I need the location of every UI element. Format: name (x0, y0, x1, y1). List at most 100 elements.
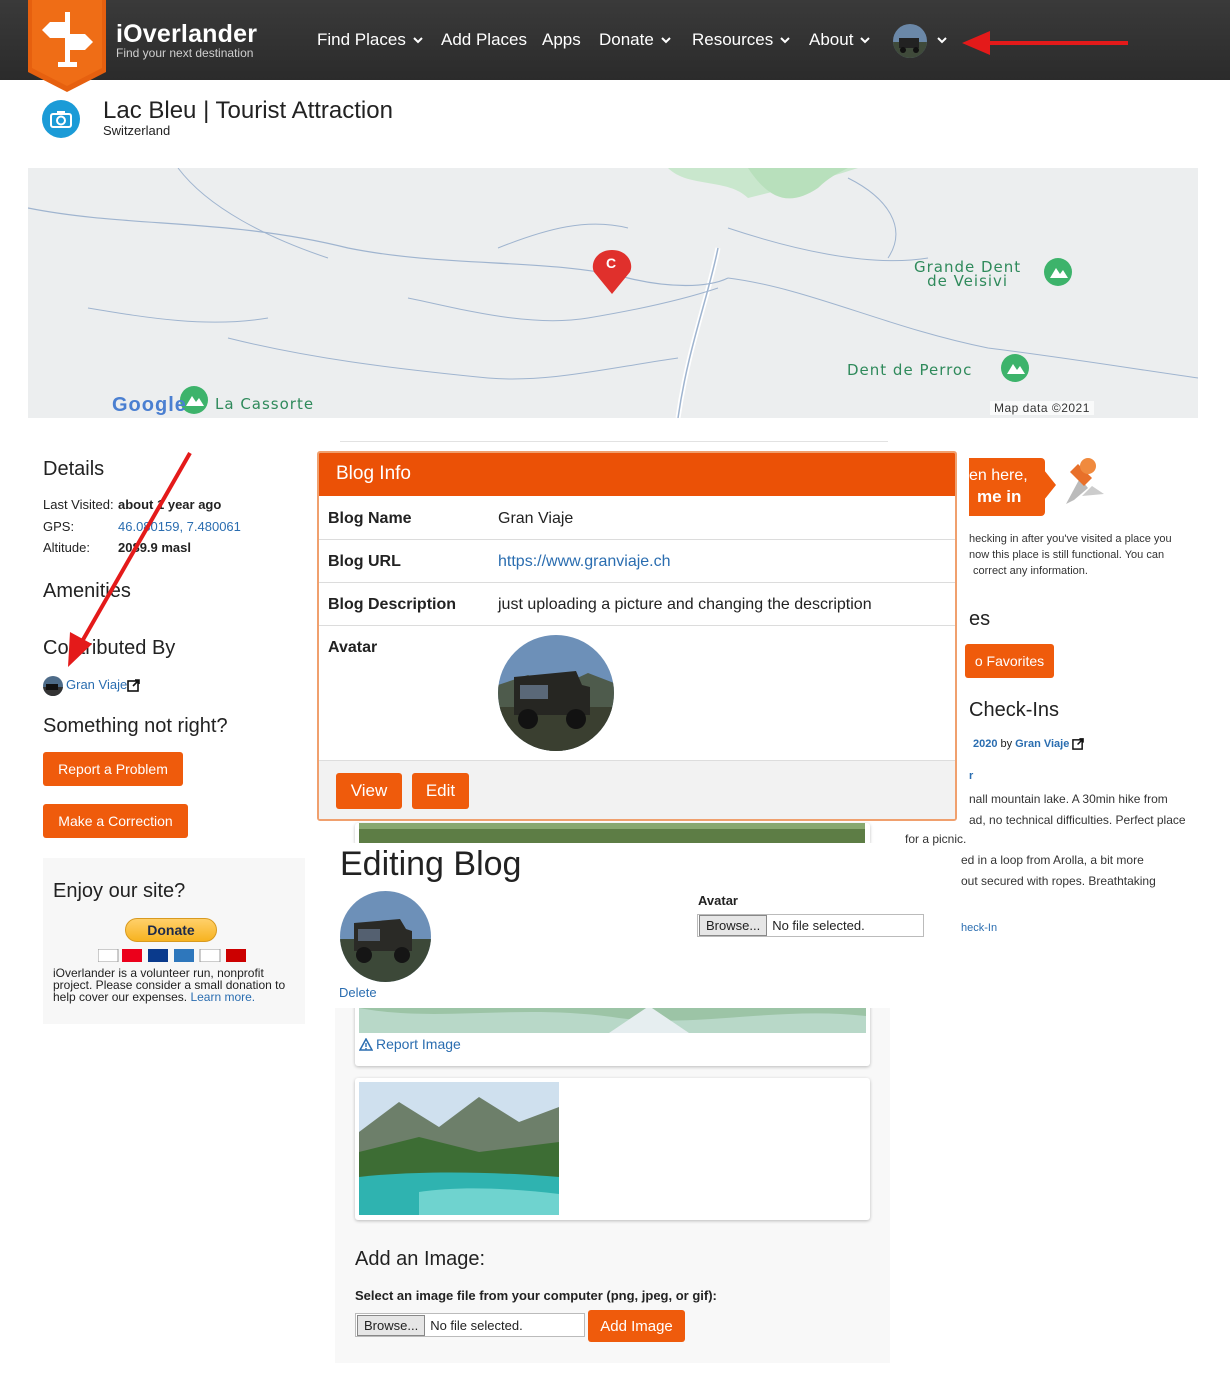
blog-url-link[interactable]: https://www.granviaje.ch (498, 553, 671, 571)
avatar-file-input[interactable]: Browse... No file selected. (697, 914, 924, 937)
banner-line: me in (977, 487, 1022, 506)
image-card-top (355, 823, 870, 845)
checkin-link[interactable]: heck-In (961, 922, 997, 934)
nav-find-places[interactable]: Find Places (317, 30, 424, 50)
modal-row-blog-url: Blog URL https://www.granviaje.ch (319, 540, 955, 583)
map-terrain-icon (28, 168, 1198, 418)
checkin-info-line: hecking in after you've visited a place … (969, 533, 1172, 545)
external-link-icon[interactable] (127, 679, 140, 692)
nav-about-label: About (809, 30, 854, 49)
report-image-link[interactable]: Report Image (359, 1036, 461, 1052)
map-label-cassorte: La Cassorte (215, 395, 315, 413)
user-avatar[interactable] (893, 24, 927, 58)
report-problem-button[interactable]: Report a Problem (43, 752, 183, 786)
browse-button[interactable]: Browse... (357, 1314, 426, 1336)
lake-photo-icon[interactable] (359, 1082, 559, 1215)
checkin-by: by (1000, 738, 1013, 750)
contributor-link[interactable]: Gran Viaje (66, 677, 127, 692)
iov-logo-icon[interactable] (28, 0, 106, 92)
user-menu-chevron-icon[interactable] (936, 34, 948, 46)
view-button[interactable]: View (336, 773, 402, 809)
brand-name[interactable]: iOverlander (116, 20, 257, 49)
checkin-body-line: for a picnic. (905, 832, 967, 846)
modal-row-blog-name: Blog Name Gran Viaje (319, 496, 955, 540)
check-in-banner[interactable]: en here, me in (969, 458, 1045, 516)
map-label-grande-dent: Grande Dent de Veisivi (914, 260, 1021, 290)
annotation-arrow-icon (962, 31, 1128, 55)
nav-find-places-label: Find Places (317, 30, 406, 49)
file-status: No file selected. (772, 918, 865, 933)
blog-info-modal: Blog Info Blog Name Gran Viaje Blog URL … (317, 451, 957, 821)
nav-add-places[interactable]: Add Places (441, 30, 527, 50)
add-image-button[interactable]: Add Image (588, 1310, 685, 1342)
checkin-info-line: now this place is still functional. You … (969, 549, 1165, 561)
checkin-meta: 2020 by Gran Viaje (973, 738, 1085, 750)
edit-button[interactable]: Edit (412, 773, 469, 809)
avatar-photo-icon (498, 635, 614, 751)
contributor-avatar (43, 676, 63, 696)
google-logo[interactable]: Google (112, 394, 187, 417)
avatar-photo-icon (340, 891, 431, 982)
nav-resources[interactable]: Resources (692, 30, 791, 50)
external-link-icon[interactable] (1072, 738, 1085, 750)
modal-footer: View Edit (319, 760, 955, 819)
camera-icon (42, 100, 80, 138)
page-title: Lac Bleu | Tourist Attraction (103, 97, 393, 124)
avatar-photo-icon (893, 24, 927, 58)
chevron-down-icon (413, 37, 423, 44)
checkins-heading: Check-Ins (969, 699, 1060, 721)
delete-avatar-link[interactable]: Delete (339, 985, 377, 1000)
nav-about[interactable]: About (809, 30, 871, 50)
editing-blog-panel: Editing Blog Delete Avatar Browse... No … (335, 843, 924, 1008)
modal-value: Gran Viaje (498, 510, 574, 527)
make-correction-button[interactable]: Make a Correction (43, 804, 188, 838)
map-label-line: de Veisivi (927, 272, 1009, 290)
add-favorites-button[interactable]: o Favorites (965, 644, 1054, 678)
annotation-arrow-icon (68, 452, 192, 667)
add-image-label: Select an image file from your computer … (355, 1288, 717, 1303)
banner-tail-icon (1044, 470, 1056, 500)
donate-box: Enjoy our site? Donate iOverlander is a … (43, 858, 305, 1024)
report-image-label: Report Image (376, 1036, 461, 1052)
modal-title: Blog Info (319, 453, 955, 496)
image-gallery: Report Image Add an Image: Select an ima… (335, 998, 890, 1363)
donate-text: iOverlander is a volunteer run, nonprofi… (53, 967, 298, 1003)
map-attribution[interactable]: Map data ©2021 (990, 401, 1094, 415)
modal-key: Blog Name (328, 510, 412, 527)
checkin-status[interactable]: r (969, 770, 973, 782)
warning-icon (359, 1037, 373, 1051)
lake-photo-icon (359, 823, 865, 845)
checkin-body-line: out secured with ropes. Breathtaking (961, 874, 1156, 888)
image-card (355, 1078, 870, 1220)
blog-avatar (340, 891, 431, 982)
modal-key: Blog Description (328, 596, 457, 613)
map-view[interactable]: C Grande Dent de Veisivi Dent de Perroc … (28, 168, 1198, 418)
place-country: Switzerland (103, 123, 171, 138)
nav-apps[interactable]: Apps (542, 30, 581, 50)
nav-donate-label: Donate (599, 30, 654, 49)
nav-donate[interactable]: Donate (599, 30, 672, 50)
modal-row-avatar: Avatar (319, 626, 955, 760)
chevron-down-icon (661, 37, 671, 44)
modal-backdrop-edge (340, 436, 888, 442)
pushpin-icon (1066, 458, 1104, 504)
learn-more-link[interactable]: Learn more. (190, 990, 255, 1004)
nav-add-places-label: Add Places (441, 30, 527, 49)
modal-avatar (498, 635, 614, 751)
chevron-down-icon (860, 37, 871, 44)
checkin-info-line: correct any information. (973, 565, 1088, 577)
not-right-heading: Something not right? (43, 715, 228, 737)
modal-key: Avatar (328, 639, 378, 656)
checkin-user-link[interactable]: Gran Viaje (1015, 738, 1069, 750)
paypal-donate-button[interactable]: Donate (125, 918, 217, 942)
image-card: Report Image (355, 998, 870, 1066)
map-marker-letter[interactable]: C (606, 255, 616, 271)
chevron-down-icon (780, 37, 790, 44)
avatar-photo-icon (43, 684, 63, 696)
editing-blog-heading: Editing Blog (340, 845, 522, 883)
add-image-heading: Add an Image: (355, 1248, 486, 1270)
checkin-date-link[interactable]: 2020 (973, 738, 997, 750)
add-image-file-input[interactable]: Browse... No file selected. (355, 1313, 585, 1337)
browse-button[interactable]: Browse... (699, 915, 768, 936)
banner-line: en here, (969, 467, 1028, 484)
